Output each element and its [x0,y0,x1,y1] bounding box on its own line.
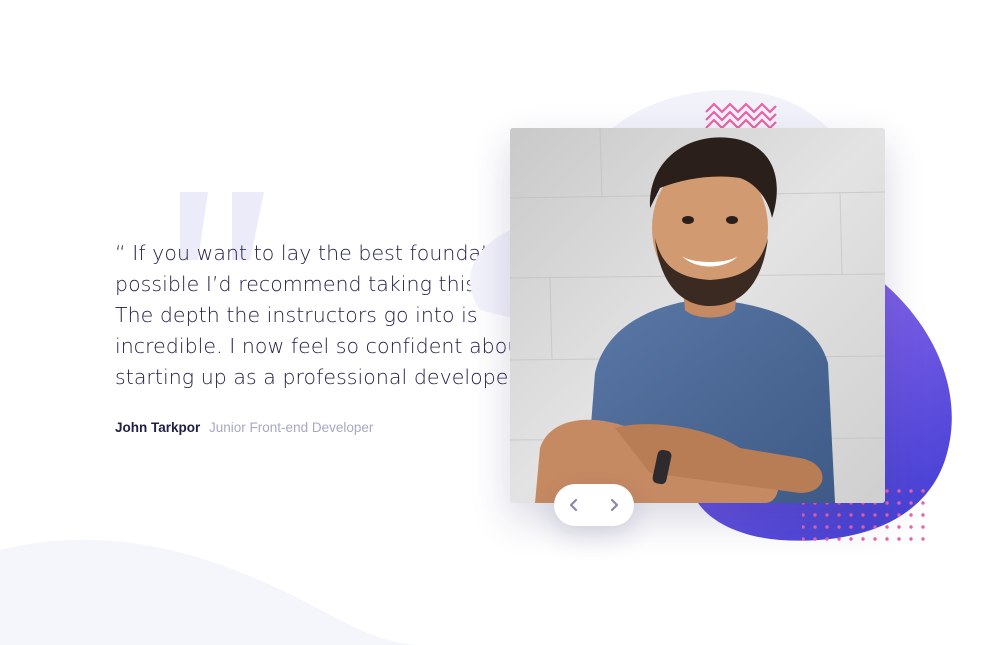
slider-controls [554,484,634,526]
author-name: John Tarkpor [115,420,201,435]
chevron-right-icon [610,498,619,512]
previous-button[interactable] [554,484,594,526]
next-button[interactable] [594,484,634,526]
chevron-left-icon [569,498,578,512]
testimonial-image-area [440,80,980,560]
portrait-image [510,128,885,503]
testimonial-photo [510,128,885,503]
author-title: Junior Front-end Developer [209,420,374,435]
